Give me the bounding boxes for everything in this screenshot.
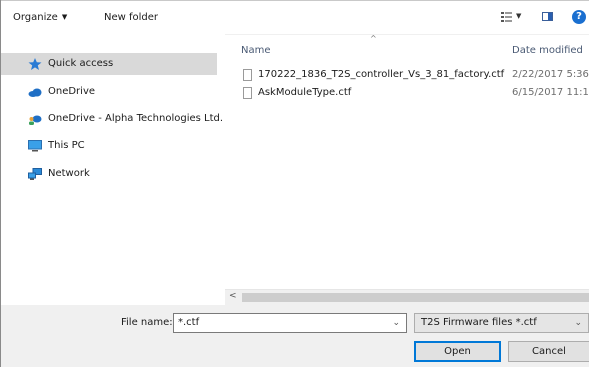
view-options-caret-icon[interactable]: ▼ [516,12,521,20]
nav-item-this-pc[interactable]: This PC [1,135,217,157]
file-name-label: File name: [121,317,173,328]
open-button[interactable]: Open [414,341,501,362]
cancel-button[interactable]: Cancel [508,341,589,362]
chevron-down-icon: ⌄ [574,318,582,328]
nav-label: Quick access [48,58,114,69]
star-icon [28,58,42,70]
scroll-left-icon[interactable]: < [229,291,237,301]
scrollbar-thumb[interactable] [242,293,589,302]
horizontal-scrollbar[interactable]: < [225,289,589,305]
sort-ascending-icon: ^ [370,34,377,43]
dialog-footer: File name: *.ctf ⌄ T2S Firmware files *.… [1,305,589,367]
file-list: ^ Name Date modified 170222_1836_T2S_con… [225,34,589,289]
nav-item-onedrive[interactable]: OneDrive [1,81,217,103]
caret-down-icon: ▼ [61,13,68,21]
nav-item-onedrive-business[interactable]: OneDrive - Alpha Technologies Ltd. [1,108,223,130]
organize-label: Organize [13,12,58,23]
file-date: 2/22/2017 5:36 PM [512,69,589,80]
preview-pane-icon[interactable] [542,12,553,21]
column-header-date-modified[interactable]: Date modified [512,45,583,56]
chevron-down-icon[interactable]: ⌄ [392,318,400,328]
help-icon[interactable]: ? [572,10,586,24]
file-icon [243,69,252,81]
file-icon [243,87,252,99]
file-name: 170222_1836_T2S_controller_Vs_3_81_facto… [258,69,505,80]
file-name-input[interactable]: *.ctf ⌄ [173,313,407,333]
monitor-icon [28,140,42,152]
view-options-icon[interactable] [501,12,512,22]
nav-label: OneDrive - Alpha Technologies Ltd. [48,113,224,124]
cloud-people-icon [29,115,42,125]
file-name-value: *.ctf [178,317,200,328]
navigation-pane: Quick access OneDrive OneDrive - Alpha T… [1,34,225,297]
file-name: AskModuleType.ctf [258,87,352,98]
nav-label: Network [48,168,90,179]
organize-button[interactable]: Organize ▼ [13,11,67,25]
nav-label: OneDrive [48,86,96,97]
nav-item-quick-access[interactable]: Quick access [1,53,217,75]
column-header-name[interactable]: Name [241,45,271,56]
file-row[interactable]: AskModuleType.ctf 6/15/2017 11:11 AM [225,84,589,102]
cloud-icon [28,88,42,97]
nav-label: This PC [48,140,85,151]
file-date: 6/15/2017 11:11 AM [512,87,589,98]
network-icon [28,168,42,180]
file-type-value: T2S Firmware files *.ctf [421,317,537,328]
toolbar: Organize ▼ New folder ▼ ? [1,1,589,35]
file-type-select[interactable]: T2S Firmware files *.ctf ⌄ [414,313,589,333]
file-row[interactable]: 170222_1836_T2S_controller_Vs_3_81_facto… [225,66,589,84]
new-folder-button[interactable]: New folder [104,11,158,25]
nav-item-network[interactable]: Network [1,163,217,185]
